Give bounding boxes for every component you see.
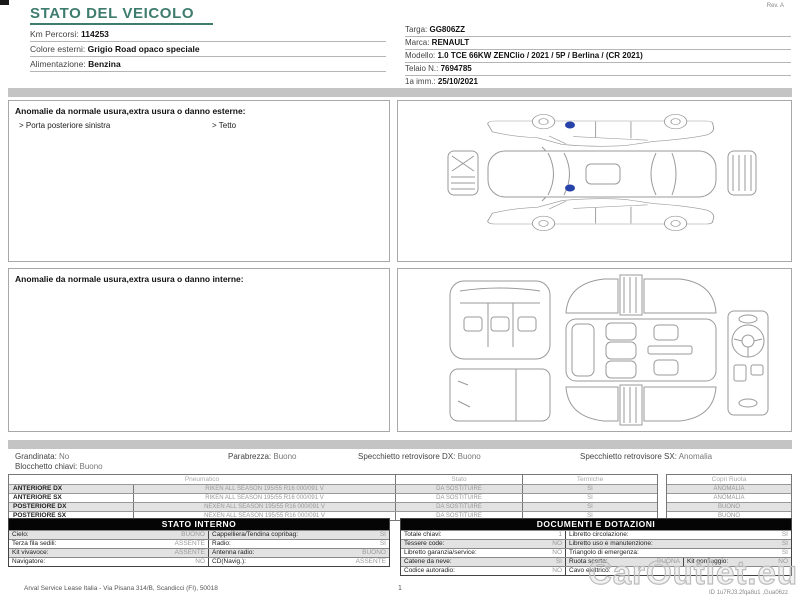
check-specchietto-dx: Specchietto retrovisore DX: Buono (358, 452, 481, 461)
car-interior-diagram (398, 269, 791, 431)
section-divider-bar (8, 88, 792, 97)
car-exterior-diagram (398, 101, 791, 261)
anomaly-item: > Tetto (212, 121, 236, 130)
page-title: STATO DEL VEICOLO (30, 5, 194, 22)
km-value: 114253 (81, 29, 109, 39)
section-divider-bar (8, 440, 792, 449)
car-front-view (448, 151, 478, 195)
info-row-telaio: Telaio N.: 7694785 (405, 63, 791, 76)
stato-interno-table: STATO INTERNO Cielo:BUONO Cappelliera/Te… (8, 518, 390, 567)
col-stato: Stato (396, 475, 523, 484)
exterior-damage-diagram-panel (397, 100, 792, 262)
table-row: Tessere code:NO Libretto uso e manutenzi… (401, 539, 791, 548)
interior-anomalies-panel: Anomalie da normale usura,extra usura o … (8, 268, 390, 432)
document-id: ID 1u7RJ3.2fqa8u1 ,Gua06zz (709, 590, 788, 596)
scan-corner-artifact (0, 0, 9, 5)
vehicle-info-left: Km Percorsi: 114253 Colore esterni: Grig… (30, 27, 386, 72)
documenti-dotazioni-table: DOCUMENTI E DOTAZIONI Totale chiavi:1 Li… (400, 518, 792, 576)
table-row: Codice autoradio:NO Cavo elettrico: (401, 566, 791, 575)
tyre-table-header: Pneumatico Stato Termiche (9, 475, 657, 484)
rear-seat-view (450, 281, 550, 359)
car-side-view-left (488, 114, 714, 146)
exterior-anomalies-list: > Porta posteriore sinistra > Tetto (9, 121, 389, 130)
exterior-anomalies-heading: Anomalie da normale usura,extra usura o … (9, 101, 389, 116)
info-row-colore: Colore esterni: Grigio Road opaco specia… (30, 42, 386, 57)
exterior-anomalies-panel: Anomalie da normale usura,extra usura o … (8, 100, 390, 262)
info-row-marca: Marca: RENAULT (405, 37, 791, 50)
tyre-row-anteriore-dx: ANTERIORE DX RIKEN ALL SEASON 195/55 R16… (9, 484, 657, 493)
copri-value: ANOMALIA (667, 493, 791, 502)
tyre-row-posteriore-dx: POSTERIORE DX NEXEN ALL SEASON 195/55 R1… (9, 502, 657, 511)
info-row-modello: Modello: 1.0 TCE 66KW ZENClio / 2021 / 5… (405, 50, 791, 63)
col-pneumatico: Pneumatico (9, 475, 396, 484)
page-number: 1 (0, 585, 800, 592)
copri-value: BUONO (667, 502, 791, 511)
copri-ruota-table: Copri Ruota ANOMALIA ANOMALIA BUONO BUON… (666, 474, 792, 521)
dashboard-view (728, 311, 768, 415)
info-row-targa: Targa: GG806ZZ (405, 24, 791, 37)
marca-value: RENAULT (432, 38, 470, 47)
trunk-view (450, 369, 550, 421)
car-rear-view (728, 151, 756, 195)
check-parabrezza: Parabrezza: Buono (228, 452, 297, 461)
info-row-km: Km Percorsi: 114253 (30, 27, 386, 42)
modello-value: 1.0 TCE 66KW ZENClio / 2021 / 5P / Berli… (437, 51, 642, 60)
targa-value: GG806ZZ (429, 25, 465, 34)
documenti-title: DOCUMENTI E DOTAZIONI (401, 519, 791, 530)
table-row: Catene da neve:SI Ruota scorta:BUONA Kit… (401, 557, 791, 566)
vehicle-report-page: STATO DEL VEICOLO Rev. A Km Percorsi: 11… (0, 0, 800, 600)
table-row: Libretto garanzia/service:NO Triangolo d… (401, 548, 791, 557)
table-row: Totale chiavi:1 Libretto circolazione:SI (401, 530, 791, 539)
check-blocchetto-chiavi: Blocchetto chiavi: Buono (15, 462, 103, 471)
title-underline (30, 23, 213, 25)
tyre-table: Pneumatico Stato Termiche ANTERIORE DX R… (8, 474, 658, 521)
colore-value: Grigio Road opaco speciale (88, 44, 200, 54)
interior-anomalies-heading: Anomalie da normale usura,extra usura o … (9, 269, 389, 284)
car-side-view-right (488, 199, 714, 231)
table-row: Cielo:BUONO Cappelliera/Tendina copribag… (9, 530, 389, 539)
damage-marker-roof (565, 185, 575, 192)
telaio-value: 7694785 (441, 64, 472, 73)
damage-marker-rear-door (565, 122, 575, 129)
check-grandinata: Grandinata: No (15, 452, 69, 461)
info-row-alimentazione: Alimentazione: Benzina (30, 57, 386, 72)
tyre-row-anteriore-sx: ANTERIORE SX RIKEN ALL SEASON 195/55 R16… (9, 493, 657, 502)
col-termiche: Termiche (523, 475, 657, 484)
vehicle-info-right: Targa: GG806ZZ Marca: RENAULT Modello: 1… (405, 24, 791, 89)
table-row: Kit vivavoce:ASSENTE Antenna radio:BUONO (9, 548, 389, 557)
stato-interno-title: STATO INTERNO (9, 519, 389, 530)
table-row: Terza fila sedili:ASSENTE Radio:SI (9, 539, 389, 548)
interior-damage-diagram-panel (397, 268, 792, 432)
table-row: Navigatore:NO CD(Navig.):ASSENTE (9, 557, 389, 566)
anomaly-item: > Porta posteriore sinistra (19, 121, 212, 130)
revision-label: Rev. A (767, 3, 784, 9)
prima-imm-value: 25/10/2021 (438, 77, 478, 86)
alimentazione-value: Benzina (88, 59, 121, 69)
car-plan-view (488, 147, 716, 201)
check-specchietto-sx: Specchietto retrovisore SX: Anomalia (580, 452, 712, 461)
copri-value: ANOMALIA (667, 484, 791, 493)
col-copri-ruota: Copri Ruota (667, 475, 791, 484)
cabin-plan-view (566, 275, 716, 425)
